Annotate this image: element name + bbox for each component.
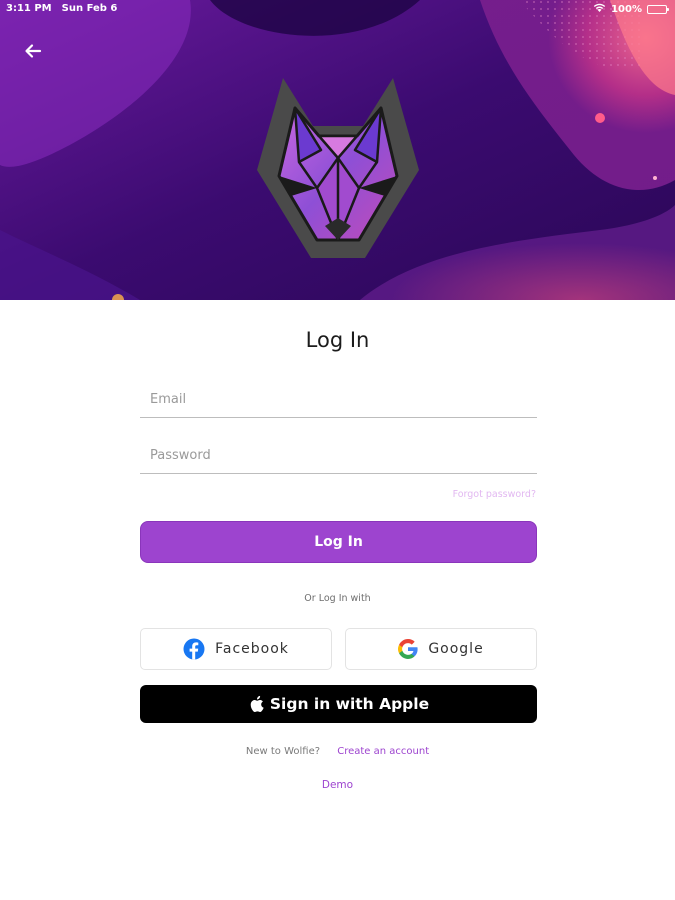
apple-button-label: Sign in with Apple (269, 695, 430, 713)
google-icon (398, 639, 418, 659)
wolf-logo (257, 78, 419, 258)
email-field-container (140, 372, 537, 418)
apple-icon (250, 695, 264, 713)
status-date: Sun Feb 6 (61, 3, 118, 14)
back-button[interactable] (20, 38, 46, 64)
status-time: 3:11 PM (6, 3, 52, 14)
page-title: Log In (305, 328, 370, 352)
arrow-left-icon (25, 44, 42, 58)
apple-signin-button[interactable]: Sign in with Apple (140, 685, 537, 723)
wifi-icon (593, 3, 606, 16)
facebook-button-label: Facebook (215, 641, 289, 657)
new-user-prompt: New to Wolfie? (245, 746, 321, 757)
create-account-link[interactable]: Create an account (337, 746, 429, 757)
demo-link[interactable]: Demo (0, 779, 675, 791)
battery-icon (647, 5, 669, 14)
facebook-icon (183, 638, 205, 660)
signup-row: New to Wolfie? Create an account (0, 746, 675, 757)
password-field-container (140, 428, 537, 474)
password-field[interactable] (140, 448, 537, 463)
login-button[interactable]: Log In (140, 521, 537, 563)
status-bar: 3:11 PM Sun Feb 6 100% (0, 0, 675, 18)
google-button-label: Google (428, 641, 484, 657)
facebook-button[interactable]: Facebook (140, 628, 332, 670)
battery-percent: 100% (611, 4, 642, 15)
google-button[interactable]: Google (345, 628, 537, 670)
hero-banner: 3:11 PM Sun Feb 6 100% (0, 0, 675, 300)
email-field[interactable] (140, 392, 537, 407)
forgot-password-link[interactable]: Forgot password? (453, 489, 536, 500)
or-login-with-text: Or Log In with (304, 593, 371, 604)
